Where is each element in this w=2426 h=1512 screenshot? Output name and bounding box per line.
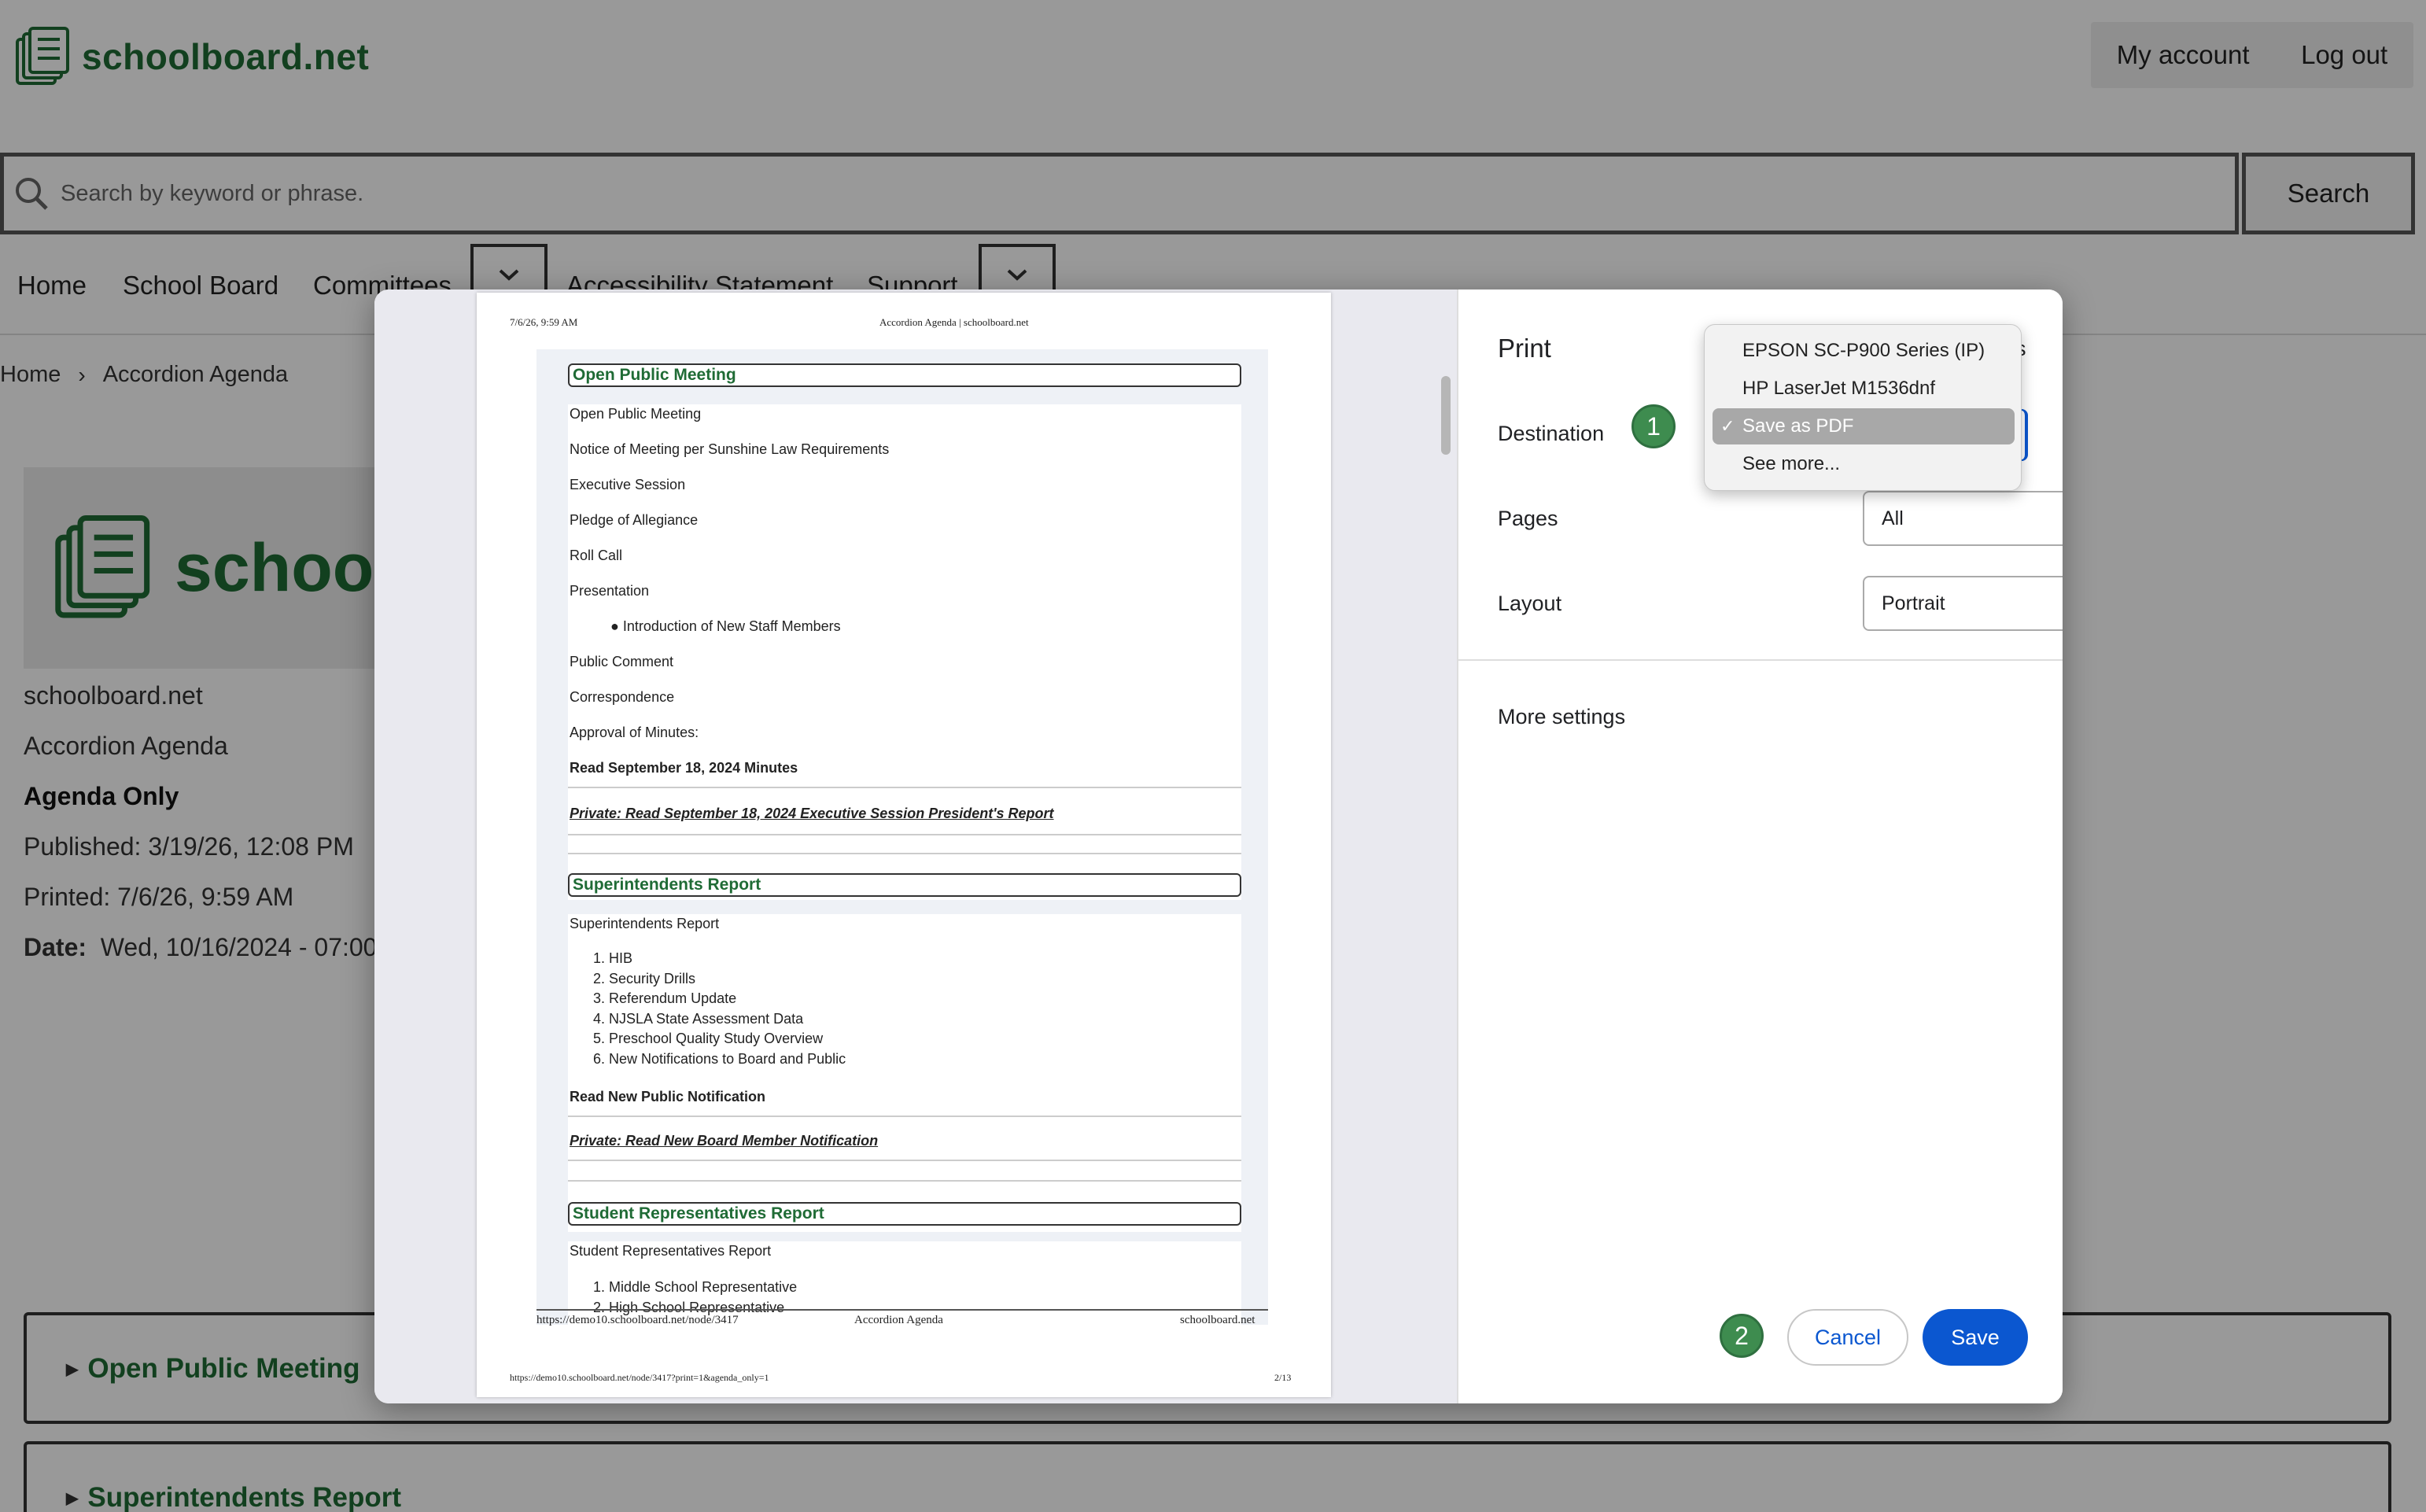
preview-bullet-item: ● Introduction of New Staff Members (610, 618, 841, 634)
preview-item: Correspondence (570, 689, 675, 705)
preview-private-item: Private: Read September 18, 2024 Executi… (570, 806, 1054, 821)
pages-value: All (1882, 507, 1904, 529)
destination-option-save-as-pdf[interactable]: ✓ Save as PDF (1713, 408, 2015, 444)
preview-content: Open Public Meeting Open Public Meeting … (536, 349, 1268, 1325)
preview-scrollbar[interactable] (1438, 289, 1457, 1403)
preview-section-heading: Superintendents Report (568, 873, 1241, 897)
preview-list-item: 5. Preschool Quality Study Overview (593, 1031, 824, 1046)
preview-divider (568, 1116, 1241, 1117)
preview-divider (568, 1160, 1241, 1161)
preview-divider (568, 853, 1241, 854)
preview-item: Pledge of Allegiance (570, 512, 699, 528)
pages-select[interactable]: All (1863, 491, 2063, 546)
preview-footer-rule (536, 1309, 1268, 1311)
preview-list-item: 1. Middle School Representative (593, 1279, 798, 1295)
pages-label: Pages (1498, 507, 1558, 530)
cancel-button[interactable]: Cancel (1787, 1309, 1908, 1366)
preview-item: Open Public Meeting (570, 406, 702, 422)
destination-option-epson[interactable]: EPSON SC-P900 Series (IP) (1713, 333, 2015, 369)
settings-divider (1458, 659, 2063, 661)
preview-item: Approval of Minutes: (570, 725, 699, 740)
preview-divider (568, 1180, 1241, 1182)
preview-item: Roll Call (570, 548, 623, 563)
preview-section-heading: Student Representatives Report (568, 1202, 1241, 1226)
preview-footer-url: https://demo10.schoolboard.net/node/3417 (536, 1314, 739, 1326)
preview-list-item: 4. NJSLA State Assessment Data (593, 1011, 804, 1027)
preview-list-item: 3. Referendum Update (593, 990, 737, 1006)
step-badge-1: 1 (1631, 404, 1676, 448)
preview-header-time: 7/6/26, 9:59 AM (510, 316, 578, 328)
destination-option-hp[interactable]: HP LaserJet M1536dnf (1713, 371, 2015, 407)
destination-option-see-more[interactable]: See more... (1713, 446, 2015, 482)
option-label: Save as PDF (1742, 415, 1854, 437)
preview-footer-title: Accordion Agenda (854, 1314, 943, 1326)
preview-bold-item: Read New Public Notification (570, 1089, 766, 1104)
preview-page-count: 2/13 (1274, 1372, 1292, 1383)
layout-select[interactable]: Portrait (1863, 576, 2063, 631)
preview-item: Executive Session (570, 477, 686, 492)
print-preview: 7/6/26, 9:59 AM Accordion Agenda | schoo… (374, 289, 1457, 1403)
preview-list-item: 1. HIB (593, 950, 633, 966)
preview-section-panel (568, 914, 1241, 1232)
step-badge-2: 2 (1720, 1314, 1764, 1358)
preview-item: Presentation (570, 583, 650, 599)
destination-label: Destination (1498, 422, 1605, 445)
preview-divider (568, 787, 1241, 788)
preview-list-item: 2. Security Drills (593, 971, 696, 986)
preview-page: 7/6/26, 9:59 AM Accordion Agenda | schoo… (477, 293, 1331, 1397)
preview-section-heading: Open Public Meeting (568, 363, 1241, 387)
more-settings-toggle[interactable]: More settings (1498, 705, 1625, 729)
preview-footer-site: schoolboard.net (1180, 1314, 1255, 1326)
preview-scrollbar-thumb[interactable] (1441, 376, 1451, 455)
preview-item: Superintendents Report (570, 916, 720, 931)
preview-list-item: 6. New Notifications to Board and Public (593, 1051, 846, 1067)
layout-label: Layout (1498, 592, 1562, 615)
layout-value: Portrait (1882, 592, 1945, 614)
preview-divider (568, 834, 1241, 835)
destination-select-focus[interactable] (2022, 409, 2028, 461)
preview-header-title: Accordion Agenda | schoolboard.net (879, 316, 1029, 328)
print-title: Print (1498, 334, 1551, 363)
checkmark-icon: ✓ (1720, 416, 1735, 436)
preview-item: Student Representatives Report (570, 1243, 772, 1259)
save-button[interactable]: Save (1923, 1309, 2028, 1366)
preview-item: Public Comment (570, 654, 674, 669)
preview-page-url: https://demo10.schoolboard.net/node/3417… (510, 1372, 769, 1383)
preview-private-item: Private: Read New Board Member Notificat… (570, 1133, 879, 1149)
destination-dropdown: EPSON SC-P900 Series (IP) HP LaserJet M1… (1704, 324, 2022, 491)
preview-item: Notice of Meeting per Sunshine Law Requi… (570, 441, 890, 457)
preview-bold-item: Read September 18, 2024 Minutes (570, 760, 798, 776)
